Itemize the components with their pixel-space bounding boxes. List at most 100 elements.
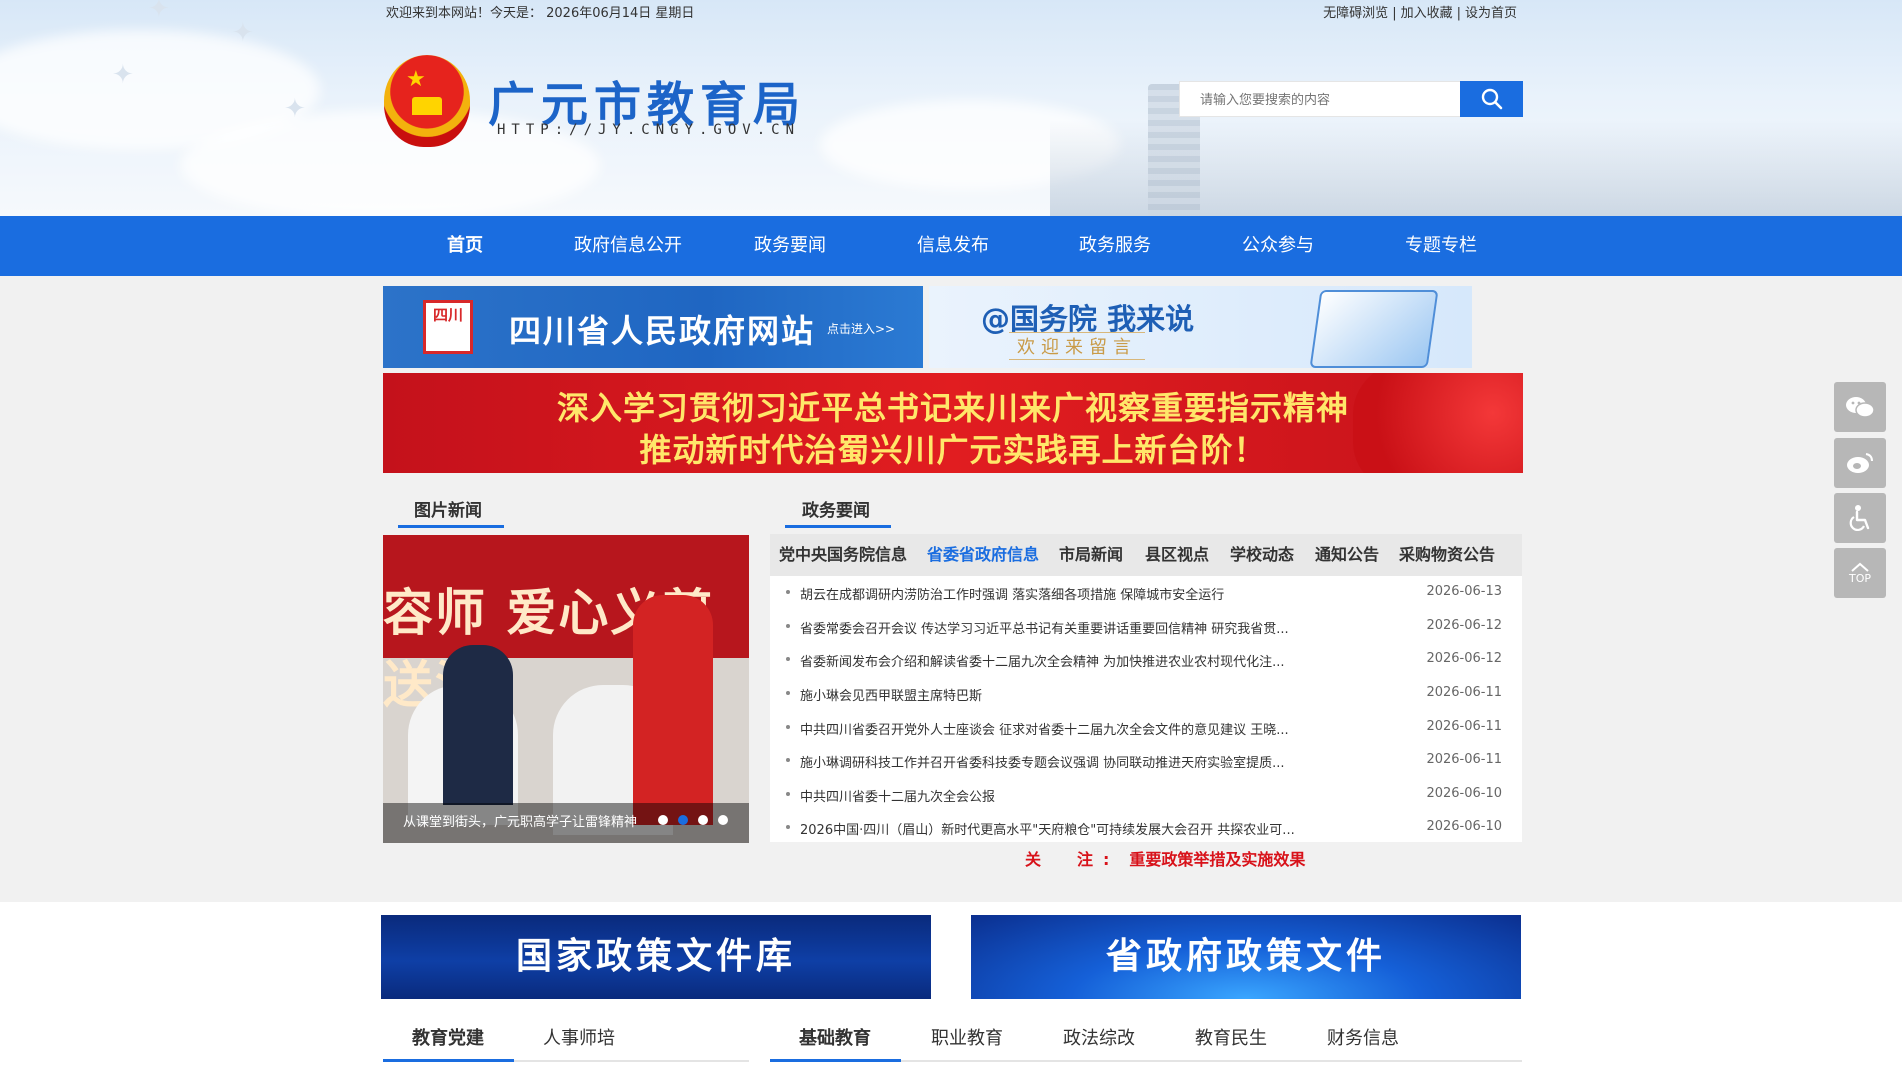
photo-news-underline — [398, 525, 504, 528]
tab-education-party[interactable]: 教育党建 — [412, 1024, 484, 1050]
photo-news-title[interactable]: 图片新闻 — [414, 496, 482, 521]
bullet-icon — [786, 725, 790, 729]
tab-notices[interactable]: 通知公告 — [1315, 534, 1379, 576]
slide-dot[interactable] — [718, 815, 728, 825]
news-title[interactable]: 胡云在成都调研内涝防治工作时强调 落实落细各项措施 保障城市安全运行 — [800, 584, 1330, 603]
sichuan-gov-banner[interactable]: 四川 四川省人民政府网站 点击进入>> — [383, 286, 923, 368]
nav-gov-info[interactable]: 政府信息公开 — [566, 216, 690, 276]
nav-gov-news[interactable]: 政务要闻 — [728, 216, 852, 276]
tab-provincial-gov[interactable]: 省委省政府信息 — [927, 534, 1039, 576]
news-date: 2026-06-11 — [1426, 685, 1502, 700]
nav-info-release[interactable]: 信息发布 — [891, 216, 1015, 276]
news-item[interactable]: 胡云在成都调研内涝防治工作时强调 落实落细各项措施 保障城市安全运行 2026-0… — [770, 576, 1522, 609]
sichuan-seal-logo: 四川 — [423, 300, 473, 354]
study-slogan-banner[interactable]: 深入学习贯彻习近平总书记来川来广视察重要指示精神 推动新时代治蜀兴川广元实践再上… — [383, 373, 1523, 473]
news-item[interactable]: 2026中国·四川（眉山）新时代更高水平"天府粮仓"可持续发展大会召开 共探农业… — [770, 811, 1522, 844]
photo-news-slide[interactable]: 容师 爱心义剪送温 从课堂到街头，广元职高学子让雷锋精神 — [383, 535, 749, 843]
photo-caption[interactable]: 从课堂到街头，广元职高学子让雷锋精神 — [383, 803, 749, 843]
state-council-banner[interactable]: @国务院 我来说 欢迎来留言 — [929, 286, 1472, 368]
tab-legal-reform[interactable]: 政法综改 — [1063, 1024, 1135, 1050]
tab-education-livelihood[interactable]: 教育民生 — [1195, 1024, 1267, 1050]
nav-special-topics[interactable]: 专题专栏 — [1379, 216, 1503, 276]
focus-text[interactable]: 重要政策举措及实施效果 — [1129, 850, 1305, 869]
bird-icon: ✦ — [112, 60, 134, 90]
news-title[interactable]: 施小琳会见西甲联盟主席特巴斯 — [800, 685, 1330, 704]
focus-link[interactable]: 关 注: 重要政策举措及实施效果 — [1025, 846, 1305, 870]
news-title[interactable]: 2026中国·四川（眉山）新时代更高水平"天府粮仓"可持续发展大会召开 共探农业… — [800, 819, 1330, 838]
accessibility-link[interactable]: 无障碍浏览 — [1323, 6, 1388, 21]
tab-city-bureau-news[interactable]: 市局新闻 — [1059, 534, 1123, 576]
slide-dot[interactable] — [698, 815, 708, 825]
news-date: 2026-06-12 — [1426, 651, 1502, 666]
national-emblem-logo[interactable]: ★ — [384, 55, 470, 147]
nav-gov-service[interactable]: 政务服务 — [1053, 216, 1177, 276]
search-button[interactable] — [1460, 81, 1523, 117]
accessibility-button[interactable] — [1834, 493, 1886, 543]
nav-public-participation[interactable]: 公众参与 — [1216, 216, 1340, 276]
tab-vocational-education[interactable]: 职业教育 — [931, 1024, 1003, 1050]
tab-basic-education[interactable]: 基础教育 — [799, 1024, 871, 1050]
news-date: 2026-06-10 — [1426, 819, 1502, 834]
news-title[interactable]: 中共四川省委召开党外人士座谈会 征求对省委十二届九次全会文件的意见建议 王晓..… — [800, 719, 1330, 738]
tab-procurement[interactable]: 采购物资公告 — [1399, 534, 1495, 576]
accessibility-icon — [1849, 505, 1870, 531]
tab-finance-info[interactable]: 财务信息 — [1327, 1024, 1399, 1050]
news-list: 胡云在成都调研内涝防治工作时强调 落实落细各项措施 保障城市安全运行 2026-0… — [770, 576, 1522, 842]
photo-figure — [443, 645, 513, 805]
bullet-icon — [786, 691, 790, 695]
tab-school-news[interactable]: 学校动态 — [1230, 534, 1294, 576]
nav-home[interactable]: 首页 — [403, 216, 527, 276]
provincial-policy-files-button[interactable]: 省政府政策文件 — [971, 915, 1521, 999]
tab-county-views[interactable]: 县区视点 — [1145, 534, 1209, 576]
lower-section — [0, 902, 1902, 1080]
photo-figure — [633, 595, 713, 825]
star-icon: ★ — [406, 67, 426, 92]
slide-dot-active[interactable] — [678, 815, 688, 825]
news-item[interactable]: 中共四川省委十二届九次全会公报 2026-06-10 — [770, 778, 1522, 811]
tiananmen-gate-shape — [412, 97, 442, 115]
top-links: 无障碍浏览 | 加入收藏 | 设为首页 — [1321, 2, 1519, 21]
tab-central-gov[interactable]: 党中央国务院信息 — [779, 534, 907, 576]
national-policy-library-button[interactable]: 国家政策文件库 — [381, 915, 931, 999]
news-date: 2026-06-10 — [1426, 786, 1502, 801]
state-council-banner-sub: 欢迎来留言 — [1009, 332, 1145, 360]
news-title[interactable]: 省委常委会召开会议 传达学习习近平总书记有关重要讲话重要回信精神 研究我省贯..… — [800, 618, 1330, 637]
link-separator: | — [1456, 6, 1461, 21]
news-item[interactable]: 省委新闻发布会介绍和解读省委十二届九次全会精神 为加快推进农业农村现代化注...… — [770, 643, 1522, 676]
news-title[interactable]: 施小琳调研科技工作并召开省委科技委专题会议强调 协同联动推进天府实验室提质... — [800, 752, 1330, 771]
news-item[interactable]: 施小琳调研科技工作并召开省委科技委专题会议强调 协同联动推进天府实验室提质...… — [770, 744, 1522, 777]
bullet-icon — [786, 758, 790, 762]
slogan-line-2: 推动新时代治蜀兴川广元实践再上新台阶！ — [639, 431, 1267, 469]
gov-news-title[interactable]: 政务要闻 — [802, 496, 870, 521]
active-tab-underline — [383, 1059, 514, 1062]
gov-news-tabs: 党中央国务院信息 省委省政府信息 市局新闻 县区视点 学校动态 通知公告 采购物… — [770, 534, 1522, 576]
news-item[interactable]: 中共四川省委召开党外人士座谈会 征求对省委十二届九次全会文件的意见建议 王晓..… — [770, 711, 1522, 744]
focus-label: 关 注: — [1025, 850, 1120, 869]
site-header: ✦ ✦ ✦ ✦ 欢迎来到本网站！今天是： 2026年06月14日 星期日 无障碍… — [0, 0, 1902, 216]
sichuan-banner-title: 四川省人民政府网站 — [509, 312, 816, 350]
news-title[interactable]: 中共四川省委十二届九次全会公报 — [800, 786, 1330, 805]
search-icon — [1481, 88, 1502, 110]
back-to-top-button[interactable]: TOP — [1834, 548, 1886, 598]
bullet-icon — [786, 624, 790, 628]
news-item[interactable]: 省委常委会召开会议 传达学习习近平总书记有关重要讲话重要回信精神 研究我省贯..… — [770, 610, 1522, 643]
gov-news-underline — [785, 525, 891, 528]
weibo-button[interactable] — [1834, 438, 1886, 488]
news-date: 2026-06-13 — [1426, 584, 1502, 599]
bird-icon: ✦ — [148, 0, 170, 24]
news-item[interactable]: 施小琳会见西甲联盟主席特巴斯 2026-06-11 — [770, 677, 1522, 710]
news-title[interactable]: 省委新闻发布会介绍和解读省委十二届九次全会精神 为加快推进农业农村现代化注... — [800, 651, 1330, 670]
sichuan-banner-enter: 点击进入>> — [827, 322, 896, 336]
set-homepage-link[interactable]: 设为首页 — [1465, 6, 1517, 21]
slogan-line-1: 深入学习贯彻习近平总书记来川来广视察重要指示精神 — [556, 389, 1349, 427]
wechat-button[interactable] — [1834, 382, 1886, 432]
main-nav: 首页 政府信息公开 政务要闻 信息发布 政务服务 公众参与 专题专栏 — [0, 216, 1902, 276]
slide-dot[interactable] — [658, 815, 668, 825]
search-input[interactable] — [1180, 82, 1452, 118]
tab-personnel-training[interactable]: 人事师培 — [543, 1024, 615, 1050]
search-box — [1179, 81, 1461, 118]
site-url: HTTP://JY.CNGY.GOV.CN — [497, 122, 801, 138]
back-to-top-icon — [1851, 562, 1869, 572]
weibo-icon — [1847, 453, 1873, 473]
add-favorite-link[interactable]: 加入收藏 — [1401, 6, 1453, 21]
